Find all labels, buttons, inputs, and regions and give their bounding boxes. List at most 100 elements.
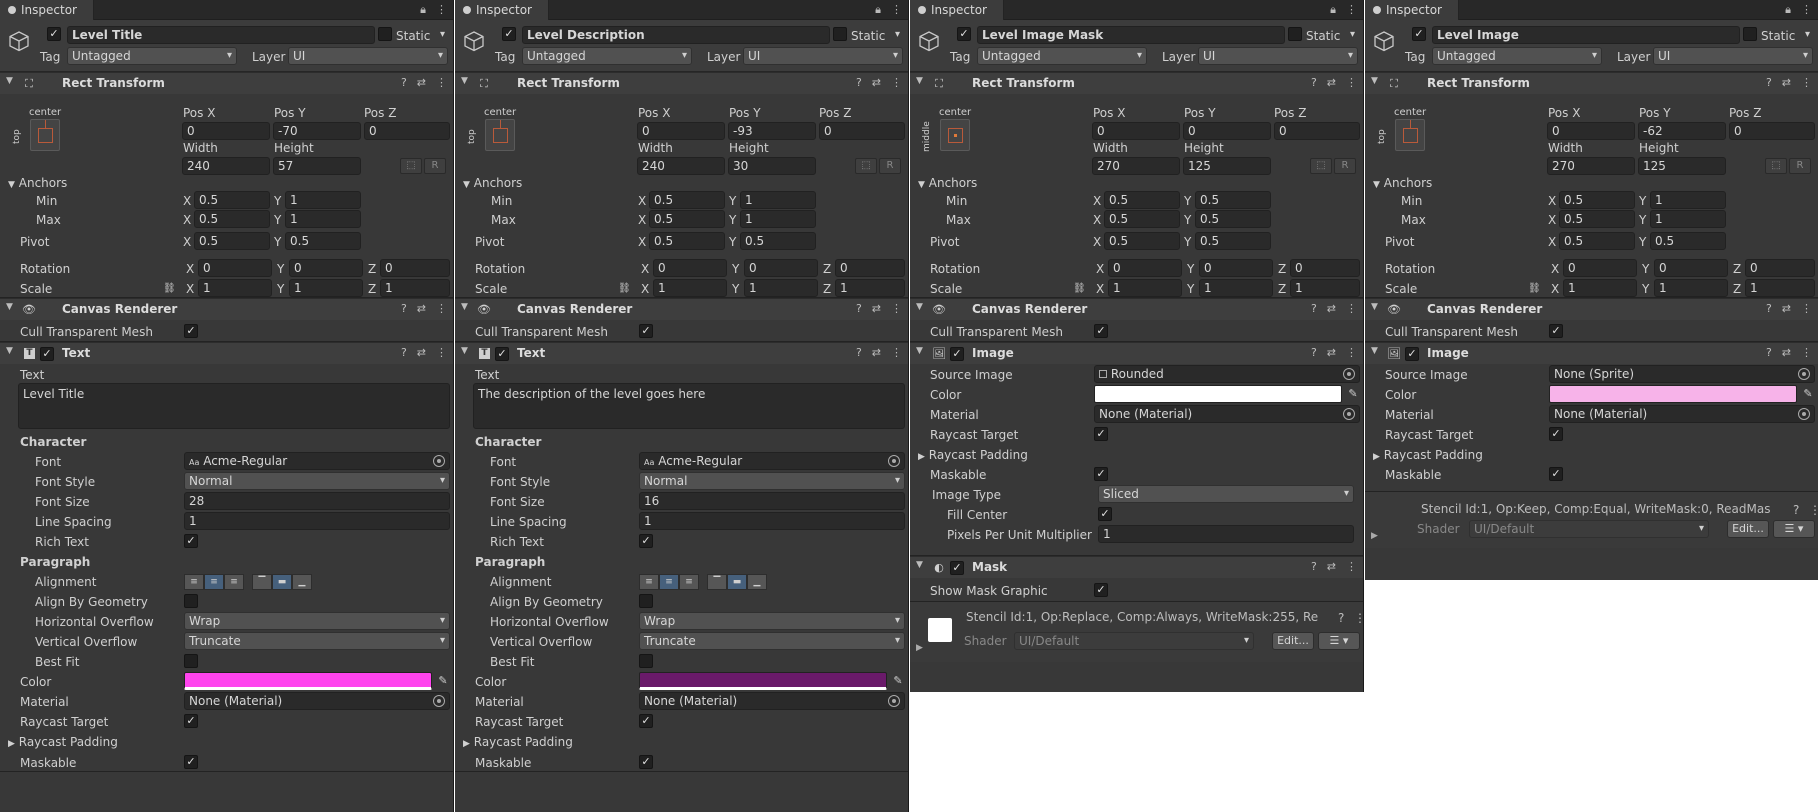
scale-y-field[interactable]: 1	[1199, 279, 1273, 297]
menu-icon[interactable]: ⋮	[1801, 302, 1812, 315]
help-icon[interactable]: ?	[1766, 346, 1772, 359]
rotation-x-field[interactable]: 0	[1108, 259, 1182, 277]
font-field[interactable]: Aa Acme-Regular	[184, 452, 450, 470]
anchor-max-y-field[interactable]: 1	[740, 210, 816, 228]
font-style-dropdown[interactable]: Normal	[184, 472, 450, 490]
maskable-checkbox[interactable]: ✓	[1094, 467, 1108, 481]
help-icon[interactable]: ?	[856, 76, 862, 89]
align-left-icon[interactable]: ≡	[639, 574, 659, 590]
object-picker-icon[interactable]	[1798, 408, 1810, 420]
pivot-x-field[interactable]: 0.5	[649, 232, 725, 250]
shader-dropdown[interactable]: UI/Default	[1469, 520, 1709, 538]
shader-options-button[interactable]: ☰ ▾	[1773, 520, 1815, 538]
blueprint-button[interactable]: ⬚	[1310, 158, 1332, 174]
raycast-padding-foldout[interactable]: ▶ Raycast Padding	[8, 734, 118, 752]
material-field[interactable]: None (Material)	[639, 692, 905, 710]
source-image-field[interactable]: None (Sprite)	[1549, 365, 1815, 383]
static-dropdown-icon[interactable]: ▾	[1350, 27, 1355, 43]
posz-field[interactable]: 0	[819, 122, 905, 140]
component-enabled-checkbox[interactable]: ✓	[950, 561, 964, 575]
fill-center-checkbox[interactable]: ✓	[1098, 507, 1112, 521]
layer-dropdown[interactable]: UI	[1653, 47, 1813, 65]
color-swatch[interactable]	[184, 672, 432, 690]
preset-icon[interactable]: ⇄	[872, 76, 881, 89]
text-header[interactable]: ▼ T ✓ Text ? ⇄ ⋮	[455, 342, 908, 364]
align-top-icon[interactable]: ▔	[707, 574, 727, 590]
line-spacing-field[interactable]: 1	[639, 512, 905, 530]
rotation-y-field[interactable]: 0	[744, 259, 818, 277]
align-right-icon[interactable]: ≡	[224, 574, 244, 590]
tag-dropdown[interactable]: Untagged	[67, 47, 237, 65]
component-enabled-checkbox[interactable]: ✓	[1405, 347, 1419, 361]
collapse-arrow-icon[interactable]: ▼	[6, 76, 13, 86]
menu-icon[interactable]: ⋮	[1346, 302, 1357, 315]
layer-dropdown[interactable]: UI	[743, 47, 903, 65]
link-icon[interactable]: ⛓	[1073, 281, 1086, 297]
menu-icon[interactable]: ⋮	[436, 76, 447, 89]
menu-icon[interactable]: ⋮	[1801, 346, 1812, 359]
raw-edit-button[interactable]: R	[1334, 158, 1356, 174]
align-bottom-icon[interactable]: ▁	[292, 574, 312, 590]
static-checkbox[interactable]	[1288, 27, 1302, 41]
anchors-label[interactable]: ▼ Anchors	[918, 175, 977, 193]
font-size-field[interactable]: 28	[184, 492, 450, 510]
object-picker-icon[interactable]	[1343, 408, 1355, 420]
name-field[interactable]: Level Title	[67, 26, 375, 44]
canvas-renderer-header[interactable]: ▼ 👁︎ Canvas Renderer ? ⇄ ⋮	[910, 298, 1363, 320]
cull-checkbox[interactable]: ✓	[184, 324, 198, 338]
help-icon[interactable]: ?	[1338, 610, 1344, 626]
pivot-x-field[interactable]: 0.5	[194, 232, 270, 250]
rich-text-checkbox[interactable]: ✓	[639, 534, 653, 548]
lock-icon[interactable]: 🔒︎	[1785, 3, 1791, 16]
align-bottom-icon[interactable]: ▁	[747, 574, 767, 590]
collapse-arrow-icon[interactable]: ▼	[1371, 302, 1378, 312]
static-dropdown-icon[interactable]: ▾	[895, 27, 900, 43]
help-icon[interactable]: ?	[856, 346, 862, 359]
image-header[interactable]: ▼ 🖼︎ ✓ Image ? ⇄ ⋮	[1365, 342, 1818, 364]
maskable-checkbox[interactable]: ✓	[184, 755, 198, 769]
text-area[interactable]: Level Title	[18, 383, 450, 429]
static-dropdown-icon[interactable]: ▾	[1805, 27, 1810, 43]
menu-icon[interactable]: ⋮	[1801, 3, 1812, 16]
pivot-x-field[interactable]: 0.5	[1104, 232, 1180, 250]
anchor-min-x-field[interactable]: 0.5	[649, 191, 725, 209]
text-area[interactable]: The description of the level goes here	[473, 383, 905, 429]
expand-arrow-icon[interactable]: ▶	[1371, 528, 1378, 544]
collapse-arrow-icon[interactable]: ▼	[461, 346, 468, 356]
menu-icon[interactable]: ⋮	[1346, 560, 1357, 573]
active-checkbox[interactable]: ✓	[502, 27, 516, 41]
object-picker-icon[interactable]	[888, 695, 900, 707]
collapse-arrow-icon[interactable]: ▼	[916, 76, 923, 86]
font-field[interactable]: Aa Acme-Regular	[639, 452, 905, 470]
collapse-arrow-icon[interactable]: ▼	[916, 346, 923, 356]
scale-z-field[interactable]: 1	[1745, 279, 1815, 297]
preset-icon[interactable]: ⇄	[417, 302, 426, 315]
link-icon[interactable]: ⛓	[618, 281, 631, 297]
color-swatch[interactable]	[1549, 385, 1797, 403]
raycast-target-checkbox[interactable]: ✓	[1094, 427, 1108, 441]
scale-x-field[interactable]: 1	[1563, 279, 1637, 297]
help-icon[interactable]: ?	[401, 346, 407, 359]
scale-y-field[interactable]: 1	[1654, 279, 1728, 297]
align-geom-checkbox[interactable]	[184, 594, 198, 608]
preset-icon[interactable]: ⇄	[1327, 76, 1336, 89]
collapse-arrow-icon[interactable]: ▼	[916, 560, 923, 570]
maskable-checkbox[interactable]: ✓	[1549, 467, 1563, 481]
rotation-z-field[interactable]: 0	[1290, 259, 1360, 277]
align-center-icon[interactable]: ≡	[204, 574, 224, 590]
material-field[interactable]: None (Material)	[184, 692, 450, 710]
anchor-max-x-field[interactable]: 0.5	[649, 210, 725, 228]
anchor-presets-button[interactable]	[30, 119, 60, 151]
pivot-y-field[interactable]: 0.5	[740, 232, 816, 250]
mask-header[interactable]: ▼ ◐ ✓ Mask ? ⇄ ⋮	[910, 556, 1363, 578]
menu-icon[interactable]: ⋮	[1346, 346, 1357, 359]
raw-edit-button[interactable]: R	[1789, 158, 1811, 174]
raycast-target-checkbox[interactable]: ✓	[1549, 427, 1563, 441]
blueprint-button[interactable]: ⬚	[400, 158, 422, 174]
lock-icon[interactable]: 🔒︎	[1330, 3, 1336, 16]
eyedropper-icon[interactable]: ✎	[436, 674, 450, 688]
rotation-x-field[interactable]: 0	[198, 259, 272, 277]
font-size-field[interactable]: 16	[639, 492, 905, 510]
rich-text-checkbox[interactable]: ✓	[184, 534, 198, 548]
align-top-icon[interactable]: ▔	[252, 574, 272, 590]
